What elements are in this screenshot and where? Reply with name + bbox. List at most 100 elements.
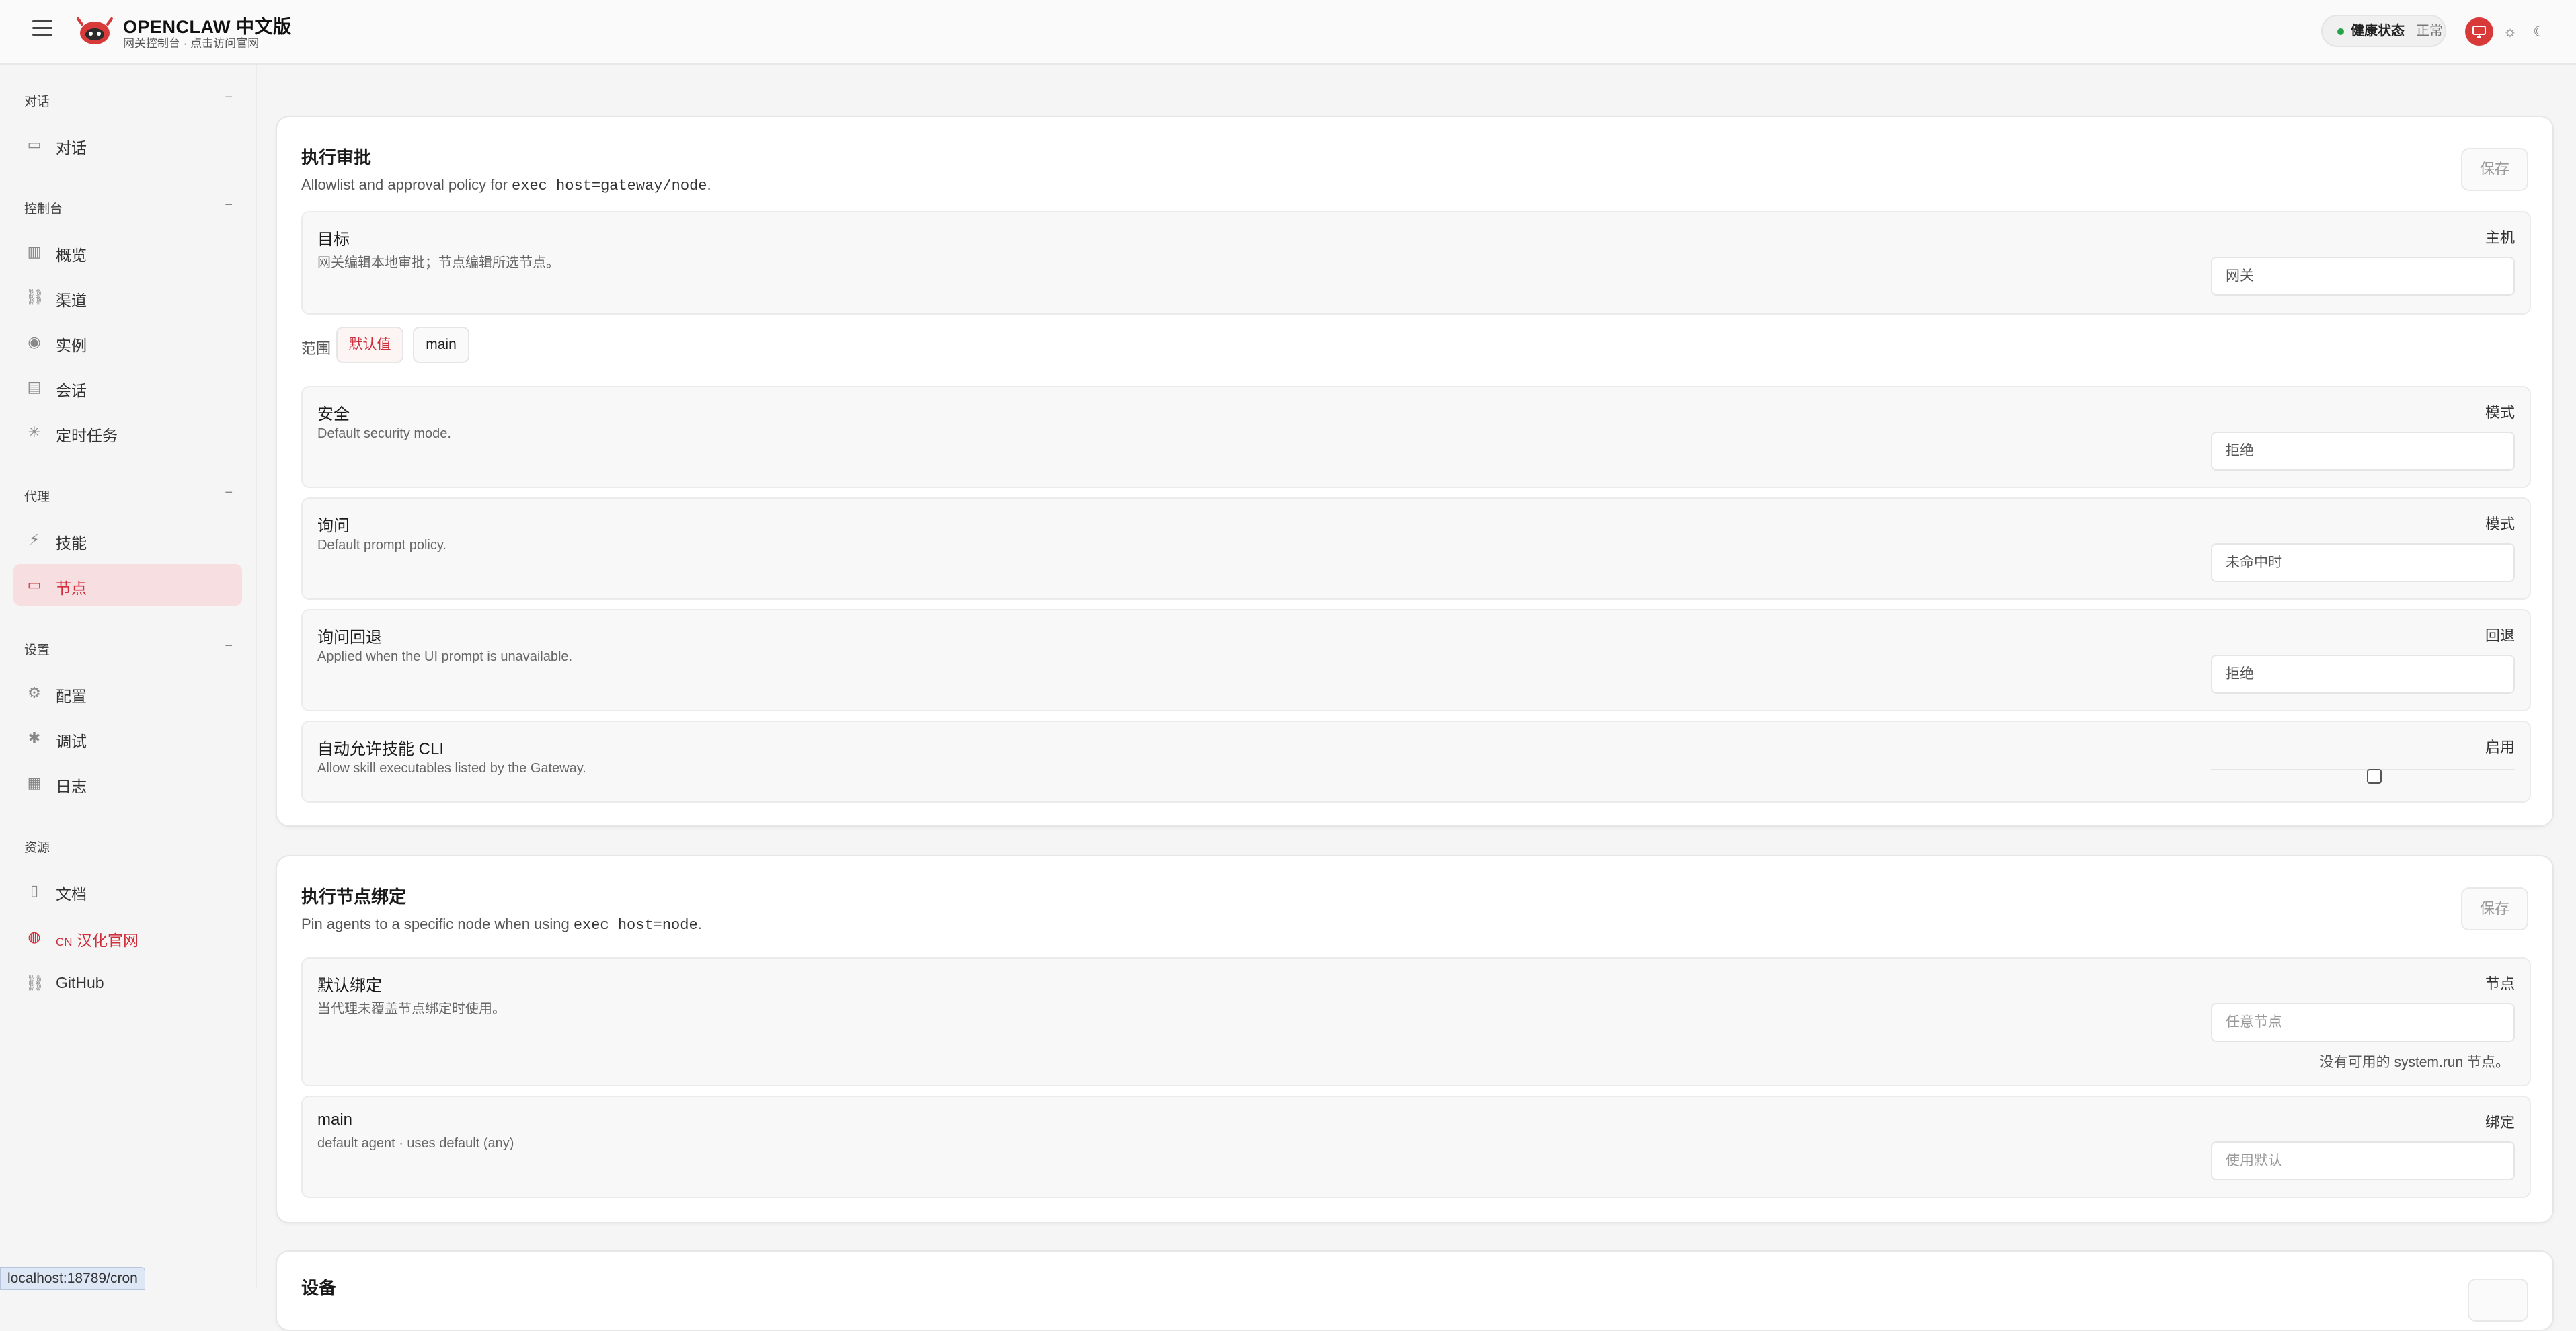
sidebar-item-label: 日志 [56,778,87,795]
sidebar-item-nodes[interactable]: ▭ 节点 [13,564,242,606]
sidebar-section-console[interactable]: 控制台 − [24,198,233,217]
sidebar-item-label: CN 汉化官网 [56,932,139,949]
scope-chip-default[interactable]: 默认值 [336,327,403,363]
sidebar-item-instances[interactable]: ◉ 实例 [13,321,242,363]
row-title: main [317,1111,353,1129]
book-icon: ▯ [30,882,39,899]
ask-fallback-row: 询问回退 Applied when the UI prompt is unava… [301,609,2531,711]
sidebar-section-resources: 资源 [24,841,50,855]
health-label: 健康状态 [2351,24,2405,38]
dark-theme-button[interactable]: ☾ [2526,17,2554,46]
exec-node-binding-card: 执行节点绑定 Pin agents to a specific node whe… [276,855,2554,1223]
row-label: 主机 [2485,229,2515,246]
sidebar-item-label: 技能 [56,534,87,552]
scope-label: 范围 [301,340,331,357]
security-row: 安全 Default security mode. 模式 拒绝 [301,386,2531,488]
health-status-badge: 健康状态 正常 [2321,15,2446,47]
row-title: 自动允许技能 CLI [317,740,444,758]
devices-action-button[interactable] [2468,1279,2528,1322]
monitor-icon: ▭ [27,576,42,593]
row-title: 询问回退 [317,629,382,647]
sidebar-item-label: 文档 [56,885,87,903]
main-binding-row: main default agent · uses default (any) … [301,1096,2531,1198]
main-binding-select[interactable]: 使用默认 [2211,1141,2515,1180]
logo-icon[interactable] [77,16,113,47]
row-description: Allow skill executables listed by the Ga… [317,761,586,776]
ask-fallback-select[interactable]: 拒绝 [2211,655,2515,694]
sidebar-section-settings[interactable]: 设置 − [24,639,233,658]
ask-row: 询问 Default prompt policy. 模式 未命中时 [301,497,2531,600]
top-bar: OPENCLAW 中文版 网关控制台 · 点击访问官网 健康状态 正常 ☼ ☾ [0,0,2576,65]
sidebar-item-label: 节点 [56,579,87,597]
row-title: 询问 [317,517,350,535]
divider [2211,769,2515,770]
row-label: 回退 [2485,627,2515,644]
monitor-icon [2472,26,2486,38]
card-title: 设备 [301,1278,337,1298]
sidebar-item-label: 会话 [56,382,87,399]
row-description: Applied when the UI prompt is unavailabl… [317,649,573,664]
auto-allow-checkbox[interactable] [2367,769,2382,784]
sun-icon: ☼ [2503,23,2518,40]
save-button[interactable]: 保存 [2461,887,2528,930]
sidebar-section-agents[interactable]: 代理 − [24,485,233,505]
devices-card: 设备 [276,1250,2554,1331]
sidebar-item-channels[interactable]: ⛓ 渠道 [13,276,242,318]
sidebar-item-github[interactable]: ⛓ GitHub [13,963,242,1004]
auto-allow-skills-row: 自动允许技能 CLI Allow skill executables liste… [301,721,2531,803]
sidebar-item-debug[interactable]: ✱ 调试 [13,717,242,759]
log-icon: ▦ [27,774,42,791]
bug-icon: ✱ [28,729,41,746]
card-description: Allowlist and approval policy for exec h… [301,176,711,194]
hamburger-menu-icon[interactable] [32,20,52,36]
card-description: Pin agents to a specific node when using… [301,916,702,934]
status-bar-url: localhost:18789/cron [0,1267,145,1290]
exec-approval-card: 执行审批 Allowlist and approval policy for e… [276,116,2554,827]
sidebar-item-docs[interactable]: ▯ 文档 [13,870,242,912]
row-label: 模式 [2485,516,2515,532]
health-dot-icon [2337,28,2344,35]
row-title: 默认绑定 [317,977,382,995]
sidebar-item-official-site[interactable]: ◍ CN 汉化官网 [13,916,242,958]
host-select[interactable]: 网关 [2211,257,2515,296]
sidebar-item-label: 配置 [56,688,87,705]
sidebar-item-skills[interactable]: ⚡ 技能 [13,519,242,561]
collapse-icon: − [225,485,233,500]
sidebar-item-config[interactable]: ⚙ 配置 [13,672,242,714]
row-label: 启用 [2485,739,2515,756]
sidebar-item-label: 渠道 [56,292,87,309]
chat-icon: ▭ [27,136,42,153]
security-mode-select[interactable]: 拒绝 [2211,432,2515,471]
sidebar-item-sessions[interactable]: ▤ 会话 [13,366,242,408]
sidebar-item-label: 定时任务 [56,427,118,444]
sidebar-section-chat[interactable]: 对话 − [24,90,233,110]
sidebar-item-logs[interactable]: ▦ 日志 [13,762,242,804]
row-description: default agent · uses default (any) [317,1136,514,1151]
row-title: 目标 [317,231,350,249]
row-label: 节点 [2485,975,2515,992]
card-title: 执行审批 [301,147,372,167]
link-icon: ⛓ [26,288,44,305]
loader-icon: ✳ [28,424,41,440]
sidebar-item-overview[interactable]: ▥ 概览 [13,231,242,273]
sidebar-item-label: 对话 [56,139,87,157]
ask-mode-select[interactable]: 未命中时 [2211,543,2515,582]
document-icon: ▤ [27,378,42,395]
lightning-icon: ⚡ [29,531,40,548]
scope-chip-main[interactable]: main [413,327,469,363]
light-theme-button[interactable]: ☼ [2496,17,2524,46]
row-title: 安全 [317,405,350,424]
collapse-icon: − [225,90,233,105]
sidebar: 对话 − ▭ 对话 控制台 − ▥ 概览 ⛓ 渠道 ◉ 实例 ▤ 会话 ✳ 定时任务… [0,65,257,1289]
collapse-icon: − [225,639,233,653]
row-label: 绑定 [2485,1114,2515,1131]
default-node-select[interactable]: 任意节点 [2211,1003,2515,1042]
sidebar-item-chat[interactable]: ▭ 对话 [13,124,242,165]
brand-subtitle[interactable]: 网关控制台 · 点击访问官网 [123,34,259,50]
system-theme-button[interactable] [2465,17,2493,46]
sidebar-item-label: GitHub [56,974,104,992]
save-button[interactable]: 保存 [2461,148,2528,191]
sidebar-item-cron[interactable]: ✳ 定时任务 [13,411,242,453]
card-title: 执行节点绑定 [301,887,407,907]
row-description: 网关编辑本地审批；节点编辑所选节点。 [317,255,559,270]
